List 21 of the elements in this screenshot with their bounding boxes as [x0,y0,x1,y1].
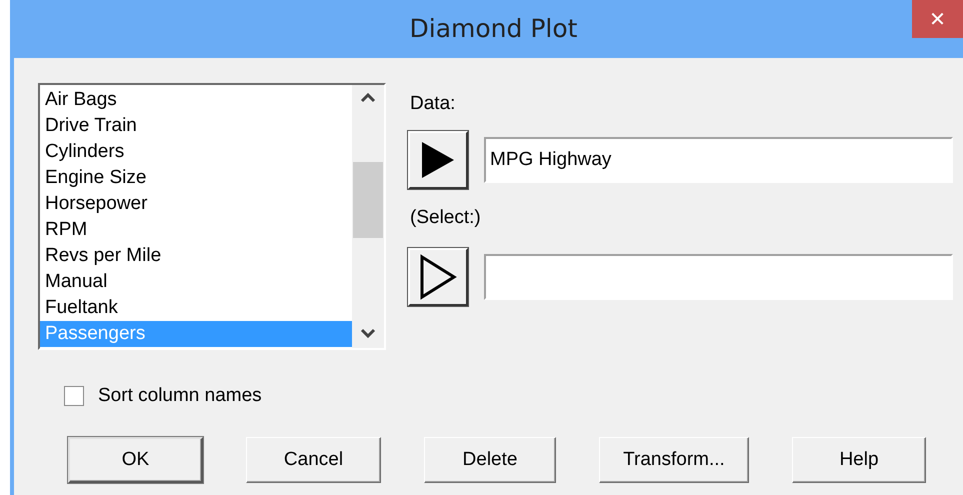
list-item[interactable]: Cylinders [40,139,352,165]
list-item[interactable]: Revs per Mile [40,243,352,269]
select-label: (Select:) [410,206,482,230]
list-item[interactable]: Manual [40,269,352,295]
sort-checkbox-label: Sort column names [98,385,262,407]
column-list[interactable]: Air Bags Drive Train Cylinders Engine Size Horsepower RPM Revs per Mile Manual Fueltank Passengers [38,83,386,350]
ok-button[interactable]: OK [68,437,203,483]
window-title: Diamond Plot [408,14,578,43]
list-item[interactable]: RPM [40,217,352,243]
list-item[interactable]: Drive Train [40,113,352,139]
data-field[interactable]: MPG Highway [484,137,953,183]
dialog-button[interactable]: Transform... [599,437,749,483]
list-item[interactable]: Engine Size [40,165,352,191]
list-item[interactable]: Air Bags [40,87,352,113]
list-item[interactable]: Horsepower [40,191,352,217]
dialog-button[interactable]: Cancel [246,437,381,483]
list-item[interactable]: Fueltank [40,295,352,321]
dialog-button[interactable]: Help [792,437,926,483]
close-button[interactable]: ✕ [912,0,963,38]
data-label: Data: [410,92,456,116]
dialog-button[interactable]: Delete [424,437,556,483]
